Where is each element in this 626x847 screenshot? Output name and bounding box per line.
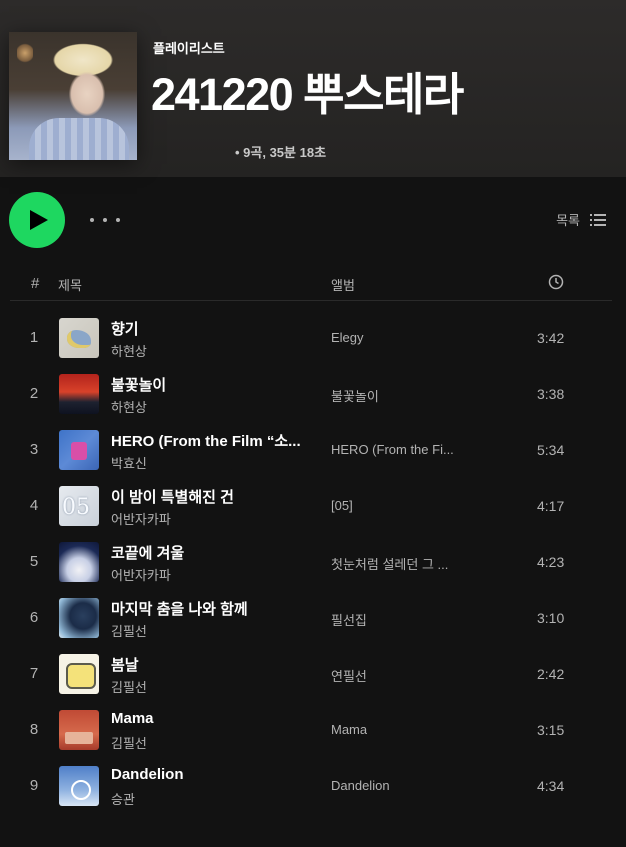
track-list: 1 향기 하현상 Elegy 3:42 2 불꽃놀이 하현상 불꽃놀이 3:38… [0, 310, 626, 814]
track-artist[interactable]: 김필선 [111, 621, 147, 640]
track-duration: 3:38 [537, 386, 565, 402]
list-view-icon [590, 213, 606, 226]
playlist-header: 플레이리스트 241220 뿌스테라 • 9곡, 35분 18초 [0, 0, 626, 177]
more-options-icon [103, 218, 107, 222]
track-row[interactable]: 5 코끝에 겨울 어반자카파 첫눈처럼 설레던 그 ... 4:23 [0, 534, 626, 590]
track-title[interactable]: 코끝에 겨울 [111, 542, 184, 563]
track-row[interactable]: 6 마지막 춤을 나와 함께 김필선 필선집 3:10 [0, 590, 626, 646]
track-title[interactable]: HERO (From the Film “소... [111, 430, 301, 451]
track-number: 9 [29, 777, 39, 794]
track-duration: 4:34 [537, 778, 565, 794]
track-number: 7 [29, 665, 39, 682]
column-duration[interactable] [548, 274, 564, 293]
playlist-meta: • 9곡, 35분 18초 [235, 145, 327, 160]
column-album[interactable]: 앨범 [331, 275, 355, 294]
track-album[interactable]: [05] [331, 498, 353, 513]
track-number: 1 [29, 329, 39, 346]
track-album[interactable]: HERO (From the Fi... [331, 442, 454, 457]
track-duration: 3:15 [537, 722, 565, 738]
cover-shirt-detail [29, 118, 129, 160]
track-duration: 5:34 [537, 442, 565, 458]
track-number: 3 [29, 441, 39, 458]
track-artist[interactable]: 박효신 [111, 453, 147, 472]
track-artist[interactable]: 김필선 [111, 677, 147, 696]
track-number: 5 [29, 553, 39, 570]
track-artwork [59, 766, 99, 806]
list-view-toggle[interactable]: 목록 [556, 210, 606, 229]
track-row[interactable]: 7 봄날 김필선 연필선 2:42 [0, 646, 626, 702]
track-artwork [59, 542, 99, 582]
track-album[interactable]: 불꽃놀이 [331, 386, 379, 405]
track-album[interactable]: Dandelion [331, 778, 390, 793]
track-artwork [59, 374, 99, 414]
track-row[interactable]: 4 이 밤이 특별해진 건 어반자카파 [05] 4:17 [0, 478, 626, 534]
column-number: # [31, 275, 40, 292]
track-title[interactable]: 봄날 [111, 654, 139, 675]
track-artist[interactable]: 승관 [111, 789, 135, 808]
track-title[interactable]: 마지막 춤을 나와 함께 [111, 598, 248, 619]
track-duration: 4:23 [537, 554, 565, 570]
more-options-icon [90, 218, 94, 222]
track-duration: 3:10 [537, 610, 565, 626]
track-artwork [59, 430, 99, 470]
track-row[interactable]: 3 HERO (From the Film “소... 박효신 HERO (Fr… [0, 422, 626, 478]
track-artist[interactable]: 어반자카파 [111, 565, 171, 584]
track-artwork [59, 710, 99, 750]
track-title[interactable]: 향기 [111, 318, 139, 339]
track-number: 6 [29, 609, 39, 626]
track-artist[interactable]: 하현상 [111, 397, 147, 416]
play-icon [29, 210, 48, 230]
track-album[interactable]: 필선집 [331, 610, 367, 629]
track-artwork [59, 598, 99, 638]
track-title[interactable]: Dandelion [111, 766, 184, 783]
track-duration: 2:42 [537, 666, 565, 682]
track-artwork [59, 654, 99, 694]
column-title[interactable]: 제목 [58, 275, 82, 294]
track-artist[interactable]: 김필선 [111, 733, 147, 752]
track-title[interactable]: Mama [111, 710, 154, 727]
more-options-button[interactable] [90, 208, 120, 232]
track-album[interactable]: Elegy [331, 330, 364, 345]
track-artwork [59, 486, 99, 526]
track-duration: 4:17 [537, 498, 565, 514]
playlist-cover-image[interactable] [9, 32, 137, 160]
track-row[interactable]: 2 불꽃놀이 하현상 불꽃놀이 3:38 [0, 366, 626, 422]
cover-lamp-detail [17, 42, 33, 64]
track-artwork [59, 318, 99, 358]
playlist-title[interactable]: 241220 뿌스테라 [151, 66, 464, 124]
track-row[interactable]: 8 Mama 김필선 Mama 3:15 [0, 702, 626, 758]
track-artist[interactable]: 어반자카파 [111, 509, 171, 528]
track-album[interactable]: Mama [331, 722, 367, 737]
track-row[interactable]: 9 Dandelion 승관 Dandelion 4:34 [0, 758, 626, 814]
track-album[interactable]: 연필선 [331, 666, 367, 685]
track-list-header: # 제목 앨범 [10, 266, 612, 301]
track-number: 2 [29, 385, 39, 402]
clock-icon [548, 274, 564, 290]
play-button[interactable] [9, 192, 65, 248]
track-title[interactable]: 이 밤이 특별해진 건 [111, 486, 234, 507]
track-number: 8 [29, 721, 39, 738]
list-view-label: 목록 [556, 213, 580, 228]
track-title[interactable]: 불꽃놀이 [111, 374, 166, 395]
playlist-type-label: 플레이리스트 [153, 41, 225, 56]
more-options-icon [116, 218, 120, 222]
track-number: 4 [29, 497, 39, 514]
track-duration: 3:42 [537, 330, 565, 346]
track-row[interactable]: 1 향기 하현상 Elegy 3:42 [0, 310, 626, 366]
track-artist[interactable]: 하현상 [111, 341, 147, 360]
track-album[interactable]: 첫눈처럼 설레던 그 ... [331, 554, 448, 573]
